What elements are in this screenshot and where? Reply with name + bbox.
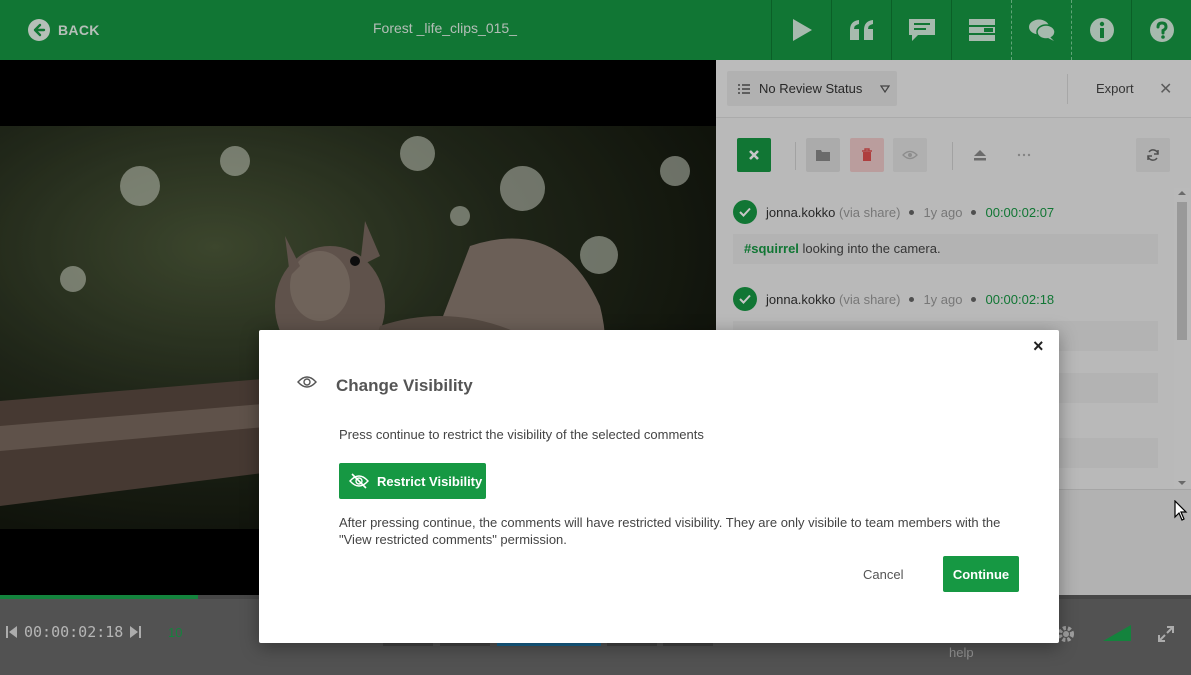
- change-visibility-dialog: × Change Visibility Press continue to re…: [259, 330, 1059, 643]
- cancel-button[interactable]: Cancel: [863, 567, 903, 582]
- dialog-title: Change Visibility: [336, 376, 473, 395]
- continue-button[interactable]: Continue: [943, 556, 1019, 592]
- dialog-note: After pressing continue, the comments wi…: [339, 515, 1001, 547]
- eye-icon: [297, 376, 317, 388]
- restrict-visibility-label: Restrict Visibility: [377, 473, 483, 489]
- dialog-description: Press continue to restrict the visibilit…: [339, 427, 704, 442]
- restrict-visibility-button[interactable]: Restrict Visibility: [339, 463, 486, 499]
- eye-slash-icon: [349, 473, 369, 489]
- dialog-close-button[interactable]: ×: [1033, 336, 1044, 357]
- mouse-cursor-icon: [1174, 500, 1188, 521]
